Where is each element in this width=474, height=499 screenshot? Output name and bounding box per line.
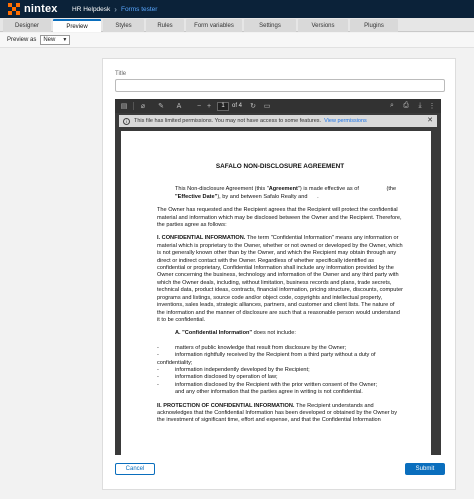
section-a-title: A. "Confidential Information": [175, 330, 253, 337]
section-a-heading: A. "Confidential Information" does not i…: [157, 330, 403, 337]
tab-versions[interactable]: Versions: [298, 19, 348, 32]
view-permissions-link[interactable]: View permissions: [324, 118, 367, 124]
list-item: - information disclosed by operation of l…: [157, 374, 403, 381]
bullet-mark: [157, 389, 175, 396]
download-icon[interactable]: ⤓: [415, 101, 425, 111]
list-item: - information disclosed by the Recipient …: [157, 382, 403, 389]
cancel-button[interactable]: Cancel: [115, 463, 155, 475]
highlight-icon[interactable]: ⌀: [138, 101, 148, 111]
chevron-right-icon: ›: [114, 4, 117, 14]
nintex-logo[interactable]: nintex: [8, 3, 64, 15]
preview-as-label: Preview as: [7, 37, 37, 43]
tab-styles[interactable]: Styles: [103, 19, 144, 32]
intro-text-4: ), by and between Safalo Realty and: [217, 193, 308, 200]
breadcrumb: HR Helpdesk › Forms tester: [72, 5, 157, 14]
zoom-in-icon[interactable]: +: [204, 101, 214, 111]
intro-text-agreement: Agreement: [268, 186, 298, 193]
tab-settings[interactable]: Settings: [244, 19, 296, 32]
section-2-heading: II. PROTECTION OF CONFIDENTIAL INFORMATI…: [157, 402, 295, 409]
page-total: of 4: [232, 103, 243, 109]
tab-plugins[interactable]: Plugins: [350, 19, 398, 32]
bullet-text: information independently developed by t…: [175, 366, 310, 373]
tab-preview[interactable]: Preview: [53, 19, 101, 32]
more-options-icon[interactable]: ⋮: [427, 101, 437, 111]
page-number-input[interactable]: 1: [217, 101, 229, 111]
bullet-mark: -: [157, 352, 159, 359]
form-card: Title ▤ ⌀ ✎ A − + 1 of 4 ↻ ▭ ⌕ ⎙ ⤓ ⋮ i T…: [102, 58, 456, 490]
pdf-toolbar: ▤ ⌀ ✎ A − + 1 of 4 ↻ ▭ ⌕ ⎙ ⤓ ⋮: [115, 99, 441, 113]
brand-name: nintex: [24, 3, 58, 15]
preview-as-value: New: [43, 37, 56, 43]
intro-text-5: .: [317, 193, 319, 200]
bullet-mark: -: [157, 366, 159, 373]
fit-page-icon[interactable]: ▭: [262, 101, 272, 111]
info-icon: i: [123, 117, 130, 125]
tab-form-variables[interactable]: Form variables: [186, 19, 242, 32]
preview-as-select[interactable]: New ▼: [40, 35, 71, 45]
search-icon[interactable]: ⌕: [387, 101, 397, 111]
bullet-text: matters of public knowledge that result …: [175, 344, 347, 351]
toolbar-divider: [133, 102, 134, 110]
section-a-text: does not include:: [252, 330, 296, 337]
chevron-down-icon: ▼: [62, 37, 68, 43]
breadcrumb-item-workspace[interactable]: HR Helpdesk: [72, 6, 110, 13]
list-item: and any other information that the parti…: [157, 389, 403, 396]
permission-text: This file has limited permissions. You m…: [134, 118, 322, 124]
title-input[interactable]: [115, 79, 445, 92]
bullet-mark: -: [157, 344, 159, 351]
section-1-heading: I. CONFIDENTIAL INFORMATION.: [157, 235, 246, 242]
text-tool-icon[interactable]: A: [174, 101, 184, 111]
list-item: - matters of public knowledge that result…: [157, 345, 403, 352]
list-item: - information rightfully received by the …: [157, 352, 403, 359]
bullet-mark: -: [157, 381, 159, 388]
sidebar-toggle-icon[interactable]: ▤: [119, 101, 129, 111]
preview-as-bar: Preview as New ▼: [0, 33, 474, 48]
rotate-icon[interactable]: ↻: [248, 101, 258, 111]
list-item: - information independently developed by …: [157, 367, 403, 374]
pdf-viewer: ▤ ⌀ ✎ A − + 1 of 4 ↻ ▭ ⌕ ⎙ ⤓ ⋮ i This fi…: [115, 99, 441, 455]
intro-paragraph: This Non-disclosure Agreement (this "Agr…: [157, 186, 403, 201]
breadcrumb-item-form[interactable]: Forms tester: [121, 6, 157, 13]
pdf-page: SAFALO NON-DISCLOSURE AGREEMENT This Non…: [121, 131, 431, 455]
list-item: confidentiality;: [157, 360, 403, 367]
designer-tabs: Designer Preview Styles Rules Form varia…: [0, 18, 474, 32]
title-label: Title: [115, 71, 127, 77]
intro-text-1: This Non-disclosure Agreement (this ": [175, 186, 269, 193]
section-1-text: The term "Confidential Information" mean…: [157, 235, 403, 323]
intro-text-3: (the: [386, 186, 397, 193]
exclusions-list: - matters of public knowledge that result…: [157, 345, 403, 397]
request-paragraph: The Owner has requested and the Recipien…: [157, 207, 402, 229]
zoom-out-icon[interactable]: −: [194, 101, 204, 111]
section-2-paragraph: II. PROTECTION OF CONFIDENTIAL INFORMATI…: [157, 403, 403, 425]
bullet-text: information rightfully received by the R…: [175, 352, 376, 359]
submit-button[interactable]: Submit: [405, 463, 445, 475]
bullet-text: information disclosed by the Recipient w…: [175, 381, 378, 388]
bullet-text: and any other information that the parti…: [175, 389, 363, 396]
document-title: SAFALO NON-DISCLOSURE AGREEMENT: [215, 163, 345, 170]
intro-text-2: ") is made effective as of: [297, 186, 359, 193]
draw-icon[interactable]: ✎: [156, 101, 166, 111]
section-1-paragraph: I. CONFIDENTIAL INFORMATION. The term "C…: [157, 235, 403, 324]
intro-text-effective-date: "Effective Date": [175, 193, 218, 200]
bullet-text: information disclosed by operation of la…: [175, 374, 278, 381]
tab-rules[interactable]: Rules: [146, 19, 184, 32]
nintex-x-icon: [8, 3, 20, 15]
tab-designer[interactable]: Designer: [3, 19, 51, 32]
bullet-text: confidentiality;: [157, 359, 193, 366]
top-header: nintex HR Helpdesk › Forms tester: [0, 0, 474, 18]
close-icon[interactable]: ✕: [427, 116, 433, 124]
bullet-mark: -: [157, 374, 159, 381]
permission-banner: i This file has limited permissions. You…: [119, 115, 437, 127]
print-icon[interactable]: ⎙: [401, 101, 411, 111]
